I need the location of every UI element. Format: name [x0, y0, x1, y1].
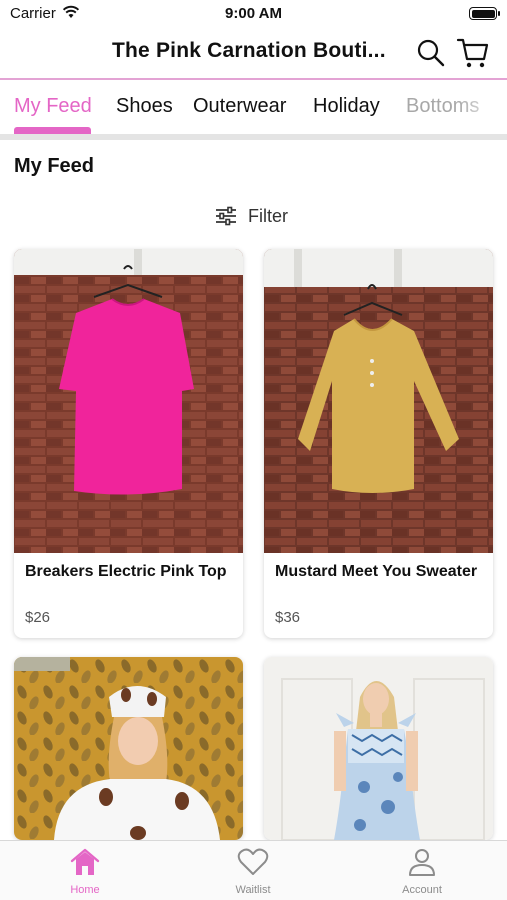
sliders-icon [216, 206, 236, 226]
person-icon [409, 849, 435, 876]
product-name: Breakers Electric Pink Top [25, 563, 227, 580]
tab-my-feed[interactable]: My Feed [14, 95, 92, 118]
product-image [14, 657, 243, 840]
bottom-tab-label: Home [70, 884, 100, 896]
category-tabs: My Feed Shoes Outerwear Holiday Bottoms [0, 82, 507, 134]
battery-icon [469, 7, 500, 20]
tab-holiday[interactable]: Holiday [313, 95, 380, 118]
product-card[interactable]: Breakers Electric Pink Top $26 [14, 249, 243, 638]
product-price: $26 [25, 609, 51, 626]
product-card[interactable]: Mustard Meet You Sweater $36 [264, 249, 493, 638]
filter-label: Filter [248, 205, 288, 226]
product-image [264, 249, 493, 553]
tabs-divider [0, 134, 507, 140]
home-icon [70, 848, 100, 875]
product-image [264, 657, 493, 840]
product-price: $36 [275, 609, 301, 626]
product-card[interactable] [14, 657, 243, 840]
bottom-tab-label: Waitlist [235, 884, 271, 896]
cart-icon [456, 38, 489, 68]
bottom-tab-home[interactable]: Home [30, 847, 140, 896]
pink-top [59, 299, 194, 495]
status-bar: Carrier 9:00 AM [0, 0, 507, 28]
bottom-tab-waitlist[interactable]: Waitlist [198, 847, 308, 896]
product-name: Mustard Meet You Sweater [275, 563, 478, 580]
app-header: The Pink Carnation Bouti... [0, 30, 507, 78]
tab-outerwear[interactable]: Outerwear [193, 95, 286, 118]
search-icon [417, 39, 445, 67]
search-button[interactable] [416, 38, 446, 68]
store-title: The Pink Carnation Bouti... [112, 39, 386, 62]
product-image [14, 249, 243, 553]
header-divider [0, 78, 507, 80]
status-time: 9:00 AM [225, 5, 282, 22]
bottom-tab-account[interactable]: Account [367, 847, 477, 896]
tab-shoes[interactable]: Shoes [116, 95, 173, 118]
bottom-tab-bar: Home Waitlist Account [0, 840, 507, 900]
filter-button[interactable]: Filter [214, 203, 288, 229]
section-title: My Feed [14, 155, 95, 177]
bottom-tab-label: Account [402, 884, 442, 896]
active-tab-indicator [14, 127, 91, 134]
cart-button[interactable] [456, 36, 490, 70]
tabs-fade-overlay [457, 82, 507, 132]
heart-icon [237, 848, 269, 875]
product-card[interactable] [264, 657, 493, 840]
